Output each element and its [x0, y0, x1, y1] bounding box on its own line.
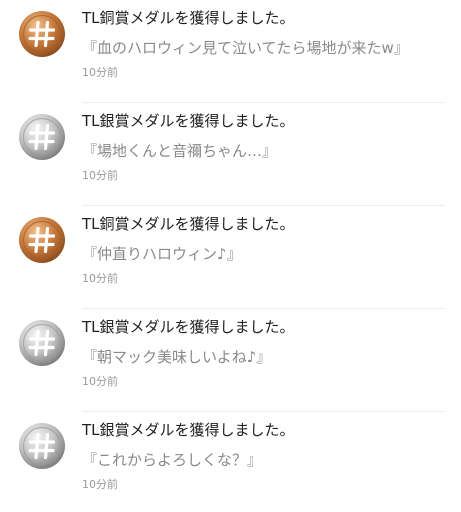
- silver-medal-icon: [18, 422, 66, 470]
- notification-timestamp: 10分前: [82, 169, 118, 182]
- bronze-medal-icon: [18, 10, 66, 58]
- notification-timestamp: 10分前: [82, 375, 118, 388]
- notification-title: TL銅賞メダルを獲得しました。: [82, 9, 295, 27]
- notification-quote: 『これからよろしくな？』: [82, 451, 263, 469]
- notification-quote: 『仲直りハロウィン♪』: [82, 245, 242, 263]
- notification-title: TL銀賞メダルを獲得しました。: [82, 421, 295, 439]
- notification-quote: 『朝マック美味しいよね♪』: [82, 348, 272, 366]
- notification-quote: 『血のハロウィン見て泣いてたら場地が来たw』: [82, 39, 409, 57]
- notification-item[interactable]: TL銀賞メダルを獲得しました。 『朝マック美味しいよね♪』 10分前: [0, 309, 461, 412]
- notification-timestamp: 10分前: [82, 272, 118, 285]
- notification-list: TL銅賞メダルを獲得しました。 『血のハロウィン見て泣いてたら場地が来たw』 1…: [0, 0, 461, 512]
- notification-item[interactable]: TL銀賞メダルを獲得しました。 『これからよろしくな？』 10分前: [0, 412, 461, 512]
- notification-item[interactable]: TL銅賞メダルを獲得しました。 『血のハロウィン見て泣いてたら場地が来たw』 1…: [0, 0, 461, 103]
- silver-medal-icon: [18, 113, 66, 161]
- notification-timestamp: 10分前: [82, 478, 118, 491]
- notification-quote: 『場地くんと音禰ちゃん…』: [82, 142, 278, 160]
- notification-timestamp: 10分前: [82, 66, 118, 79]
- bronze-medal-icon: [18, 216, 66, 264]
- notification-title: TL銀賞メダルを獲得しました。: [82, 318, 295, 336]
- silver-medal-icon: [18, 319, 66, 367]
- notification-title: TL銀賞メダルを獲得しました。: [82, 112, 295, 130]
- notification-item[interactable]: TL銅賞メダルを獲得しました。 『仲直りハロウィン♪』 10分前: [0, 206, 461, 309]
- notification-item[interactable]: TL銀賞メダルを獲得しました。 『場地くんと音禰ちゃん…』 10分前: [0, 103, 461, 206]
- notification-title: TL銅賞メダルを獲得しました。: [82, 215, 295, 233]
